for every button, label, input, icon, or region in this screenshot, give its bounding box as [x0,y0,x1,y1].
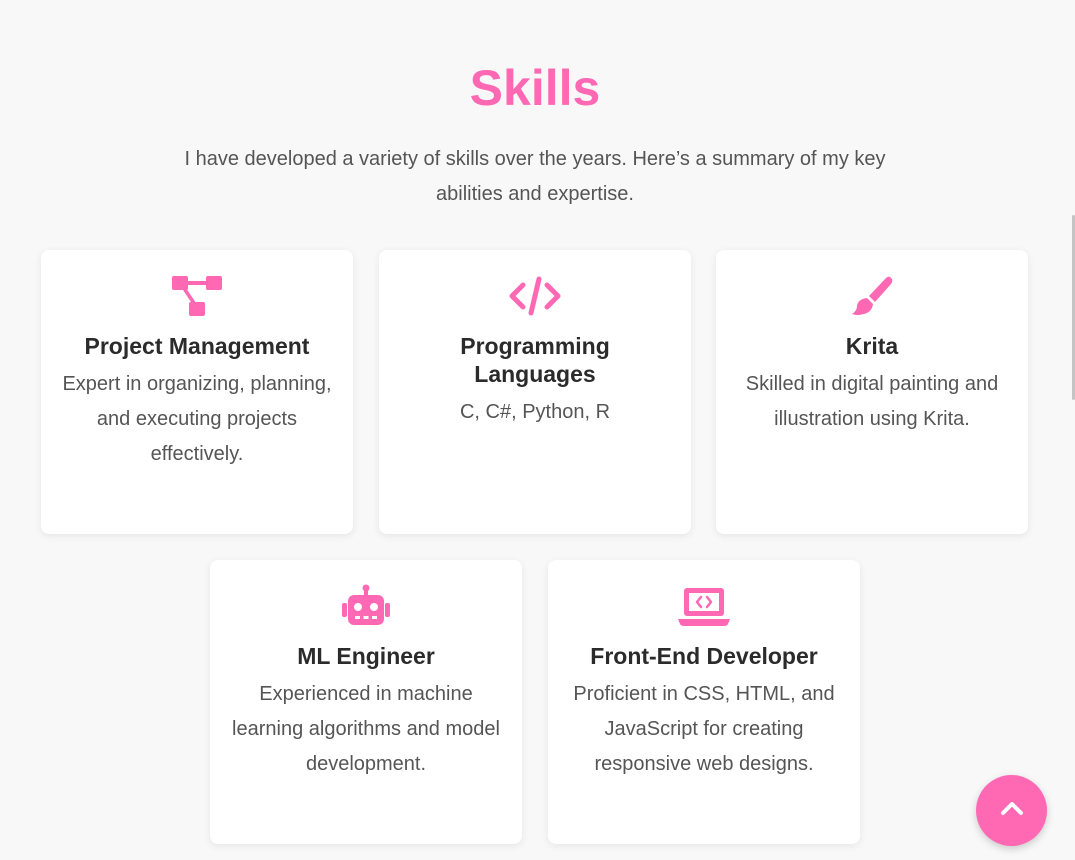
skill-title: Programming Languages [460,333,610,387]
skill-card-programming-languages: Programming Languages C, C#, Python, R [379,250,691,534]
section-title: Skills [469,60,601,116]
skill-card-front-end-developer: Front-End Developer Proficient in CSS, H… [548,560,860,844]
project-diagram-icon [41,274,353,318]
robot-icon [210,584,522,628]
skill-title: Front-End Developer [590,643,818,669]
skill-description: C, C#, Python, R [459,401,611,423]
laptop-code-icon [548,584,860,628]
skill-card-project-management: Project Management Expert in organizing,… [41,250,353,534]
skill-title: Krita [845,333,899,359]
skill-description: Skilled in digital painting and illustra… [745,373,999,430]
skill-description: Expert in organizing, planning, and exec… [62,373,332,465]
code-icon [379,274,691,318]
skill-description: Proficient in CSS, HTML, and JavaScript … [573,683,835,775]
paintbrush-icon [716,274,1028,318]
chevron-up-icon [1000,800,1024,821]
section-intro: I have developed a variety of skills ove… [184,148,886,205]
skill-title: Project Management [84,333,310,359]
back-to-top-button[interactable] [976,775,1047,846]
skill-card-ml-engineer: ML Engineer Experienced in machine learn… [210,560,522,844]
skill-description: Experienced in machine learning algorith… [232,683,500,775]
skill-title: ML Engineer [297,643,435,669]
skill-card-krita: Krita Skilled in digital painting and il… [716,250,1028,534]
